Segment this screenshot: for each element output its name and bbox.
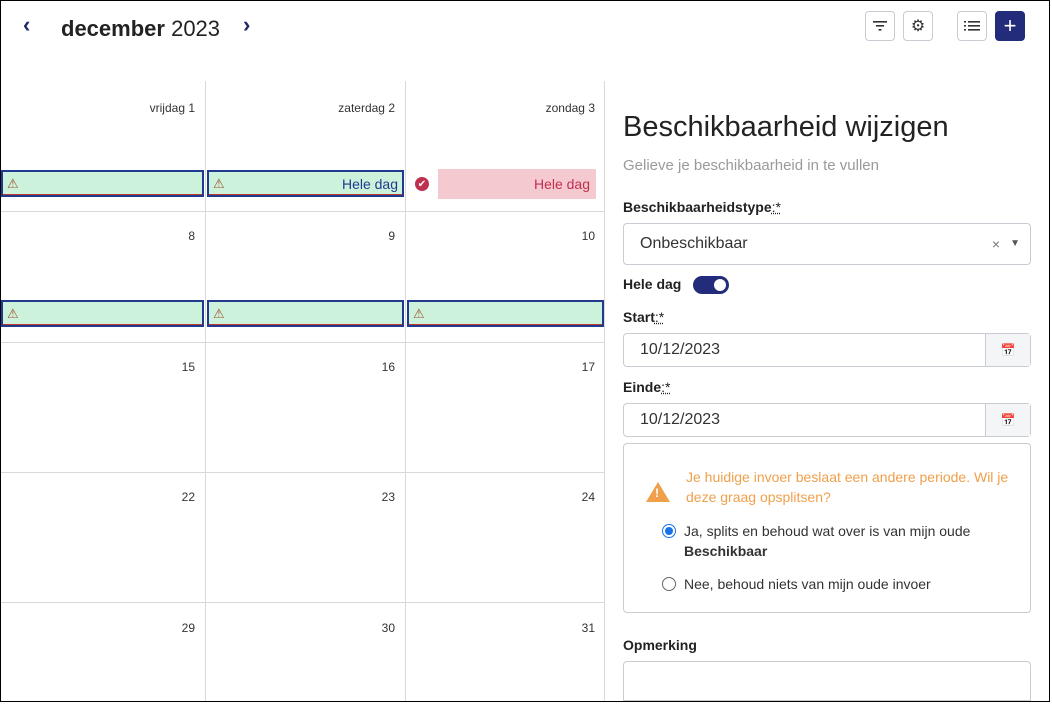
row-divider [1,472,605,473]
day-number[interactable]: 15 [182,360,195,374]
day-number[interactable]: 8 [188,229,195,243]
event-label: Hele dag [533,176,590,192]
day-header-sunday[interactable]: zondag 3 [546,101,595,115]
split-alert-box: ! Je huidige invoer beslaat een andere p… [623,443,1031,613]
whole-day-label: Hele dag [623,276,682,292]
split-yes-radio[interactable] [662,524,676,538]
required-mark: :* [771,199,781,215]
column-divider [205,81,206,701]
row-divider [1,602,605,603]
warning-icon: ! [646,482,670,502]
list-view-button[interactable] [957,11,987,41]
start-label-text: Start [623,309,655,325]
day-number[interactable]: 16 [382,360,395,374]
list-icon [964,21,980,31]
chevron-down-icon[interactable]: ▼ [1010,224,1020,264]
start-label: Start:* [623,309,664,325]
day-header-saturday[interactable]: zaterdag 2 [338,101,395,115]
row-divider [1,342,605,343]
type-label: Beschikbaarheidstype:* [623,199,781,215]
calendar-header: ‹ december 2023 › ⚙ + [1,1,1049,61]
day-number[interactable]: 30 [382,621,395,635]
calendar-picker-button[interactable]: 📅 [985,404,1030,436]
warning-icon: ⚠ [413,305,425,321]
split-no-label[interactable]: Nee, behoud niets van mijn oude invoer [684,574,931,594]
settings-button[interactable]: ⚙ [903,11,933,41]
event-label: Hele dag [341,175,398,192]
filter-icon [873,21,887,31]
filter-button[interactable] [865,11,895,41]
availability-event[interactable]: ⚠ [1,170,204,197]
day-number[interactable]: 17 [582,360,595,374]
day-number[interactable]: 23 [382,490,395,504]
whole-day-toggle[interactable] [693,276,729,294]
panel-title: Beschikbaarheid wijzigen [623,111,949,143]
warning-icon: ⚠ [213,305,225,321]
settings-icon: ⚙ [910,18,926,35]
edit-availability-panel: Beschikbaarheid wijzigen Gelieve je besc… [605,81,1049,701]
month-title: december 2023 [61,15,220,43]
next-month-button[interactable]: › [243,11,250,39]
calendar-picker-button[interactable]: 📅 [985,334,1030,366]
calendar-icon: 📅 [1000,413,1016,427]
availability-event[interactable]: ⚠ Hele dag [207,170,404,197]
note-label: Opmerking [623,637,697,653]
end-label: Einde:* [623,379,670,395]
month-year: 2023 [171,16,221,41]
day-number[interactable]: 31 [582,621,595,635]
split-no-radio[interactable] [662,577,676,591]
required-mark: :* [654,309,665,325]
required-mark: :* [661,379,671,395]
split-yes-label[interactable]: Ja, splits en behoud wat over is van mij… [684,521,1024,561]
warning-icon: ⚠ [7,175,19,191]
end-date-value: 10/12/2023 [640,411,721,428]
warning-icon: ⚠ [7,305,19,321]
end-label-text: Einde [623,379,662,395]
start-date-value: 10/12/2023 [640,341,721,358]
availability-event[interactable]: ⚠ [407,300,604,327]
type-select[interactable]: Onbeschikbaar × ▼ [623,223,1031,265]
prev-month-button[interactable]: ‹ [23,11,30,39]
end-date-input[interactable]: 10/12/2023 📅 [623,403,1031,437]
day-header-friday[interactable]: vrijdag 1 [150,101,195,115]
day-number[interactable]: 10 [582,229,595,243]
note-textarea[interactable] [623,661,1031,701]
clear-icon[interactable]: × [992,224,1000,264]
alert-message: Je huidige invoer beslaat een andere per… [686,469,1009,505]
split-yes-bold: Beschikbaar [684,543,768,559]
day-number[interactable]: 22 [182,490,195,504]
split-yes-text: Ja, splits en behoud wat over is van mij… [684,523,971,539]
start-date-input[interactable]: 10/12/2023 📅 [623,333,1031,367]
panel-subtitle: Gelieve je beschikbaarheid in te vullen [623,157,879,174]
app-frame: ‹ december 2023 › ⚙ + vrijdag 1 zaterdag… [0,0,1050,702]
availability-event[interactable]: ⚠ [207,300,404,327]
day-number[interactable]: 29 [182,621,195,635]
availability-event[interactable]: ⚠ [1,300,204,327]
check-circle-icon: ✔ [415,177,429,191]
calendar-icon: 📅 [1000,343,1016,357]
column-divider [405,81,406,701]
day-number[interactable]: 9 [388,229,395,243]
month-name: december [61,16,165,41]
row-divider [1,211,605,212]
warning-icon: ⚠ [213,175,225,191]
add-button[interactable]: + [995,11,1025,41]
day-number[interactable]: 24 [582,490,595,504]
type-select-value: Onbeschikbaar [640,235,748,252]
plus-icon: + [1003,13,1017,38]
type-label-text: Beschikbaarheidstype [623,199,772,215]
unavailable-event[interactable]: Hele dag [438,169,596,199]
